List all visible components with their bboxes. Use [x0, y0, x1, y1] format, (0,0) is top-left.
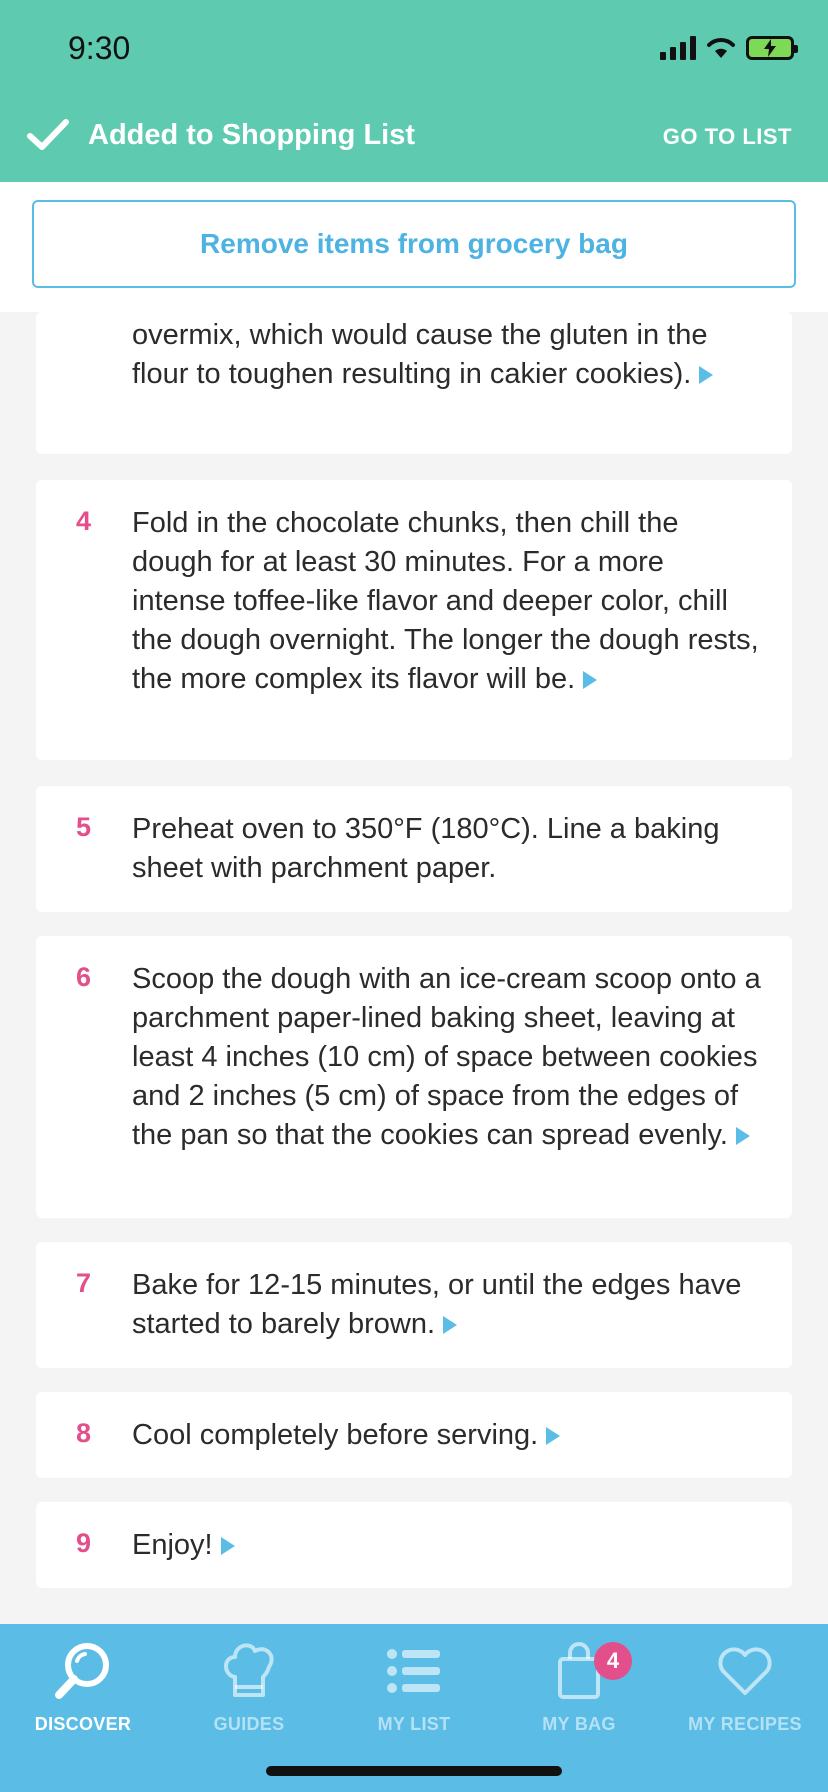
- step-number: 8: [76, 1418, 92, 1448]
- bag-count-badge: 4: [594, 1642, 632, 1680]
- step-text[interactable]: Scoop the dough with an ice-cream scoop …: [132, 960, 764, 1155]
- status-icons: [660, 36, 798, 60]
- step-text[interactable]: Fold in the chocolate chunks, then chill…: [132, 504, 764, 699]
- nav-my-list[interactable]: MY LIST: [331, 1636, 497, 1735]
- step-text[interactable]: Preheat oven to 350°F (180°C). Line a ba…: [132, 810, 764, 888]
- checkmark-icon: [27, 119, 69, 150]
- step-number: 9: [76, 1528, 92, 1558]
- chef-hat-icon: [224, 1643, 274, 1697]
- step-text[interactable]: Enjoy!: [132, 1526, 764, 1565]
- nav-my-bag[interactable]: 4 MY BAG: [496, 1636, 662, 1735]
- top-banner: 9:30 Added to Shopping List GO TO LIST: [0, 0, 828, 182]
- nav-guides[interactable]: GUIDES: [166, 1636, 332, 1735]
- nav-my-recipes[interactable]: MY RECIPES: [662, 1636, 828, 1735]
- go-to-list-button[interactable]: GO TO LIST: [663, 124, 792, 150]
- step-number: 6: [76, 962, 92, 992]
- step-number: 5: [76, 812, 92, 842]
- added-label: Added to Shopping List: [88, 118, 416, 151]
- play-arrow-icon[interactable]: [220, 1537, 235, 1555]
- step-card-4: 4 Fold in the chocolate chunks, then chi…: [36, 480, 792, 760]
- added-confirmation: Added to Shopping List: [26, 118, 415, 152]
- play-arrow-icon[interactable]: [546, 1427, 561, 1445]
- nav-label: MY LIST: [377, 1714, 451, 1734]
- play-arrow-icon[interactable]: [583, 671, 598, 689]
- wifi-icon: [707, 38, 735, 58]
- list-icon: [387, 1649, 440, 1693]
- nav-label: MY RECIPES: [688, 1714, 802, 1734]
- step-card-3: overmix, which would cause the gluten in…: [36, 312, 792, 454]
- nav-discover[interactable]: DISCOVER: [0, 1636, 166, 1735]
- step-card-6: 6 Scoop the dough with an ice-cream scoo…: [36, 936, 792, 1218]
- step-text[interactable]: overmix, which would cause the gluten in…: [132, 316, 764, 394]
- step-card-9: 9 Enjoy!: [36, 1502, 792, 1588]
- step-card-5: 5 Preheat oven to 350°F (180°C). Line a …: [36, 786, 792, 912]
- play-arrow-icon[interactable]: [699, 366, 714, 384]
- step-card-7: 7 Bake for 12-15 minutes, or until the e…: [36, 1242, 792, 1368]
- play-arrow-icon[interactable]: [735, 1127, 750, 1145]
- nav-label: GUIDES: [213, 1714, 285, 1734]
- step-number: 7: [76, 1268, 92, 1298]
- step-text[interactable]: Cool completely before serving.: [132, 1416, 764, 1455]
- step-text[interactable]: Bake for 12-15 minutes, or until the edg…: [132, 1266, 764, 1344]
- nav-label: MY BAG: [542, 1714, 616, 1734]
- status-time: 9:30: [68, 30, 131, 66]
- cellular-signal-icon: [660, 36, 696, 60]
- play-arrow-icon[interactable]: [443, 1316, 458, 1334]
- nav-label: DISCOVER: [34, 1714, 132, 1734]
- remove-items-button[interactable]: Remove items from grocery bag: [32, 200, 796, 288]
- battery-icon: [746, 36, 798, 60]
- heart-icon: [718, 1647, 772, 1695]
- step-card-8: 8 Cool completely before serving.: [36, 1392, 792, 1478]
- step-number: 4: [76, 506, 92, 536]
- search-icon: [55, 1643, 109, 1699]
- home-indicator: [266, 1766, 562, 1776]
- remove-band: Remove items from grocery bag: [0, 182, 828, 312]
